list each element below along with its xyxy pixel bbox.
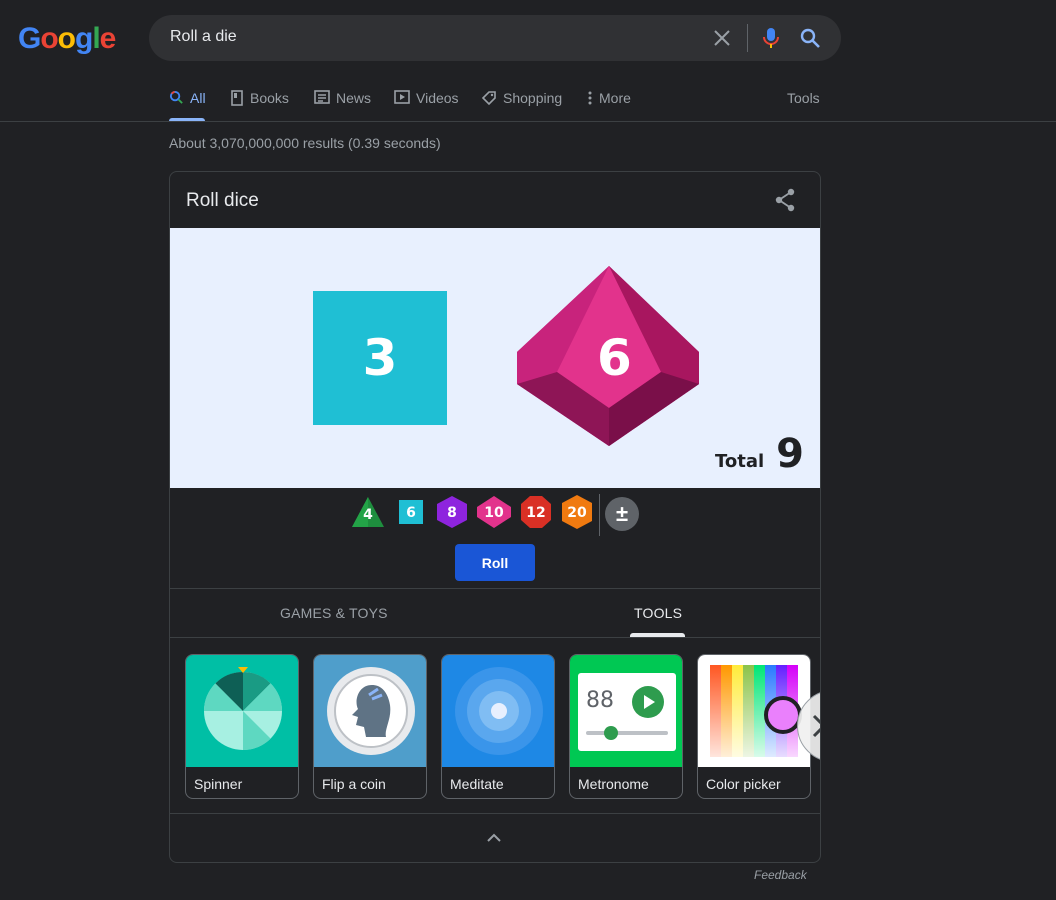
tab-news[interactable]: News xyxy=(314,86,371,121)
feedback-link[interactable]: Feedback xyxy=(754,868,807,882)
tab-label: Books xyxy=(250,90,289,106)
tab-books[interactable]: Books xyxy=(230,86,289,121)
d6-result-die: 3 xyxy=(313,291,447,425)
spinner-art-icon xyxy=(186,655,298,767)
tools-label: Tools xyxy=(787,90,820,106)
metronome-art: 88 xyxy=(570,655,682,767)
die-label: 12 xyxy=(526,505,546,521)
d10-value: 6 xyxy=(597,329,632,387)
total-value: 9 xyxy=(776,431,804,477)
die-label: 4 xyxy=(363,507,373,523)
microphone-icon[interactable] xyxy=(761,26,781,55)
flip-coin-tile[interactable]: Flip a coin xyxy=(313,654,427,799)
roll-button[interactable]: Roll xyxy=(455,544,535,581)
d4-button[interactable]: 4 xyxy=(351,494,385,532)
die-label: 6 xyxy=(406,505,416,521)
modifier-button[interactable]: ± xyxy=(605,497,639,531)
d12-button[interactable]: 12 xyxy=(519,494,553,532)
tile-label: Metronome xyxy=(578,776,649,792)
tab-label: News xyxy=(336,90,372,106)
chevron-up-icon[interactable] xyxy=(483,830,505,851)
total-label: Total xyxy=(714,451,765,472)
tile-label: Spinner xyxy=(194,776,243,792)
d6-value: 3 xyxy=(362,329,398,387)
search-box[interactable]: Roll a die xyxy=(149,15,841,61)
more-vertical-icon xyxy=(588,91,592,105)
section-divider xyxy=(170,813,820,814)
search-input[interactable]: Roll a die xyxy=(170,28,237,46)
tab-label: More xyxy=(599,90,631,106)
metronome-tile[interactable]: 88 Metronome xyxy=(569,654,683,799)
color-picker-tile[interactable]: Color picker xyxy=(697,654,811,799)
d8-button[interactable]: 8 xyxy=(435,494,469,532)
die-label: 8 xyxy=(447,505,457,521)
chevron-right-icon xyxy=(810,713,820,744)
play-icon xyxy=(394,90,410,104)
tag-icon xyxy=(481,91,496,106)
meditate-tile[interactable]: Meditate xyxy=(441,654,555,799)
section-divider xyxy=(170,637,820,638)
tab-shopping[interactable]: Shopping xyxy=(481,86,562,121)
total-display: Total 9 xyxy=(715,431,804,477)
tab-all[interactable]: All xyxy=(169,86,206,121)
tools-button[interactable]: Tools xyxy=(787,86,820,121)
share-icon[interactable] xyxy=(774,188,796,217)
play-icon xyxy=(632,686,664,718)
coin-art-icon xyxy=(314,655,426,767)
tab-games-toys[interactable]: GAMES & TOYS xyxy=(280,605,388,621)
d6-button[interactable]: 6 xyxy=(394,494,428,532)
dice-selector: 4 6 8 10 12 20 ± xyxy=(170,494,820,536)
color-grid-art-icon xyxy=(698,655,810,767)
dice-roller-card: Roll dice 3 6 Total 9 4 6 8 10 12 20 ± R… xyxy=(169,171,821,863)
dice-divider xyxy=(599,494,600,536)
book-icon xyxy=(231,90,243,106)
metronome-bpm: 88 xyxy=(586,688,614,713)
tools-carousel: Spinner Flip a coin Meditate 88 Metronom… xyxy=(185,654,820,799)
search-icon[interactable] xyxy=(799,27,821,54)
tile-label: Flip a coin xyxy=(322,776,386,792)
tab-label: All xyxy=(190,90,206,106)
dice-stage: 3 6 Total 9 xyxy=(170,228,820,488)
tab-videos[interactable]: Videos xyxy=(394,86,459,121)
header-divider xyxy=(0,121,1056,122)
newspaper-icon xyxy=(314,90,330,104)
spinner-tile[interactable]: Spinner xyxy=(185,654,299,799)
tab-tools[interactable]: TOOLS xyxy=(634,605,682,621)
tab-more[interactable]: More xyxy=(587,86,631,121)
d20-button[interactable]: 20 xyxy=(560,494,594,532)
d10-button[interactable]: 10 xyxy=(476,494,512,532)
search-divider xyxy=(747,24,748,52)
tab-label: Shopping xyxy=(503,90,563,106)
tile-label: Color picker xyxy=(706,776,781,792)
search-icon xyxy=(169,90,183,104)
die-label: 10 xyxy=(484,505,504,521)
tile-label: Meditate xyxy=(450,776,504,792)
tab-label: Videos xyxy=(416,90,459,106)
google-logo[interactable]: Google xyxy=(18,22,116,56)
card-title: Roll dice xyxy=(186,190,259,211)
section-divider xyxy=(170,588,820,589)
result-stats: About 3,070,000,000 results (0.39 second… xyxy=(169,135,441,151)
clear-icon[interactable] xyxy=(711,27,733,54)
meditation-art-icon xyxy=(442,655,554,767)
die-label: 20 xyxy=(567,505,587,521)
